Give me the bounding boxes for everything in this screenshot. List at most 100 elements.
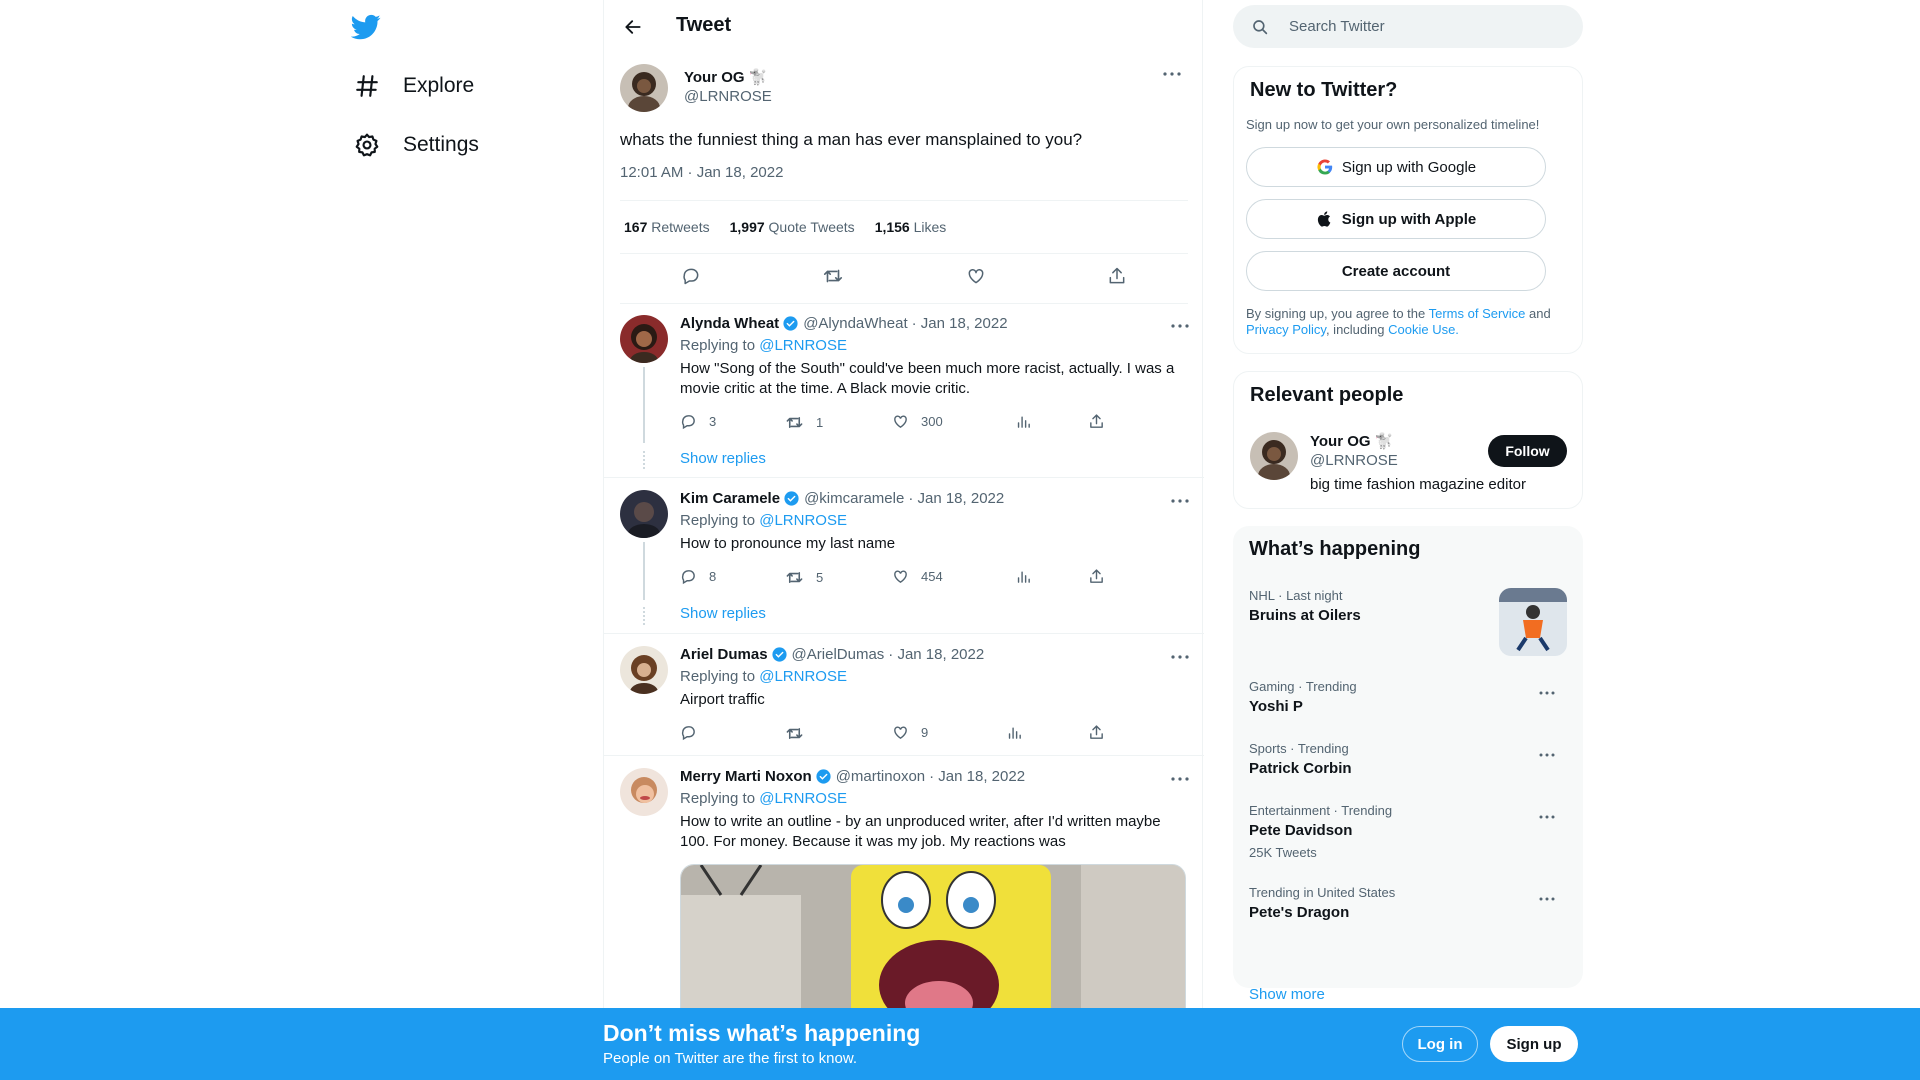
privacy-link[interactable]: Privacy Policy bbox=[1246, 322, 1326, 337]
replying-to-link[interactable]: @LRNROSE bbox=[759, 790, 847, 807]
reply-media-image[interactable] bbox=[680, 864, 1186, 1024]
retweet-button[interactable]: 5 bbox=[785, 568, 823, 587]
share-icon[interactable] bbox=[1107, 266, 1127, 291]
more-options-icon[interactable] bbox=[1168, 316, 1192, 336]
share-icon[interactable] bbox=[1088, 724, 1105, 741]
like-icon[interactable] bbox=[966, 266, 986, 291]
show-replies-link[interactable]: Show replies bbox=[680, 605, 766, 622]
share-icon[interactable] bbox=[1088, 568, 1105, 585]
more-options-icon[interactable] bbox=[1535, 807, 1559, 827]
reply-author-handle[interactable]: @martinoxon bbox=[836, 768, 925, 785]
like-button[interactable]: 9 bbox=[892, 724, 928, 741]
apple-signup-button[interactable]: Sign up with Apple bbox=[1246, 199, 1546, 239]
retweets-stat[interactable]: 167 Retweets bbox=[624, 219, 710, 235]
more-options-icon[interactable] bbox=[1535, 889, 1559, 909]
reply-button[interactable]: 8 bbox=[680, 568, 716, 585]
twitter-logo-icon[interactable] bbox=[350, 12, 383, 44]
main-column: Tweet Your OG 🐩 @LRNROSE whats the funni… bbox=[603, 0, 1204, 1080]
more-options-icon[interactable] bbox=[1535, 745, 1559, 765]
likes-stat[interactable]: 1,156 Likes bbox=[875, 219, 947, 235]
like-button[interactable]: 454 bbox=[892, 568, 943, 585]
quote-tweets-stat[interactable]: 1,997 Quote Tweets bbox=[730, 219, 855, 235]
retweet-button[interactable]: 1 bbox=[785, 413, 823, 432]
analytics-icon[interactable] bbox=[1006, 724, 1023, 741]
trend-item[interactable]: Entertainment · Trending Pete Davidson 2… bbox=[1249, 803, 1567, 865]
replying-to-link[interactable]: @LRNROSE bbox=[759, 337, 847, 354]
reply-author-handle[interactable]: @kimcaramele bbox=[804, 490, 904, 507]
reply-author-name[interactable]: Merry Marti Noxon bbox=[680, 768, 812, 785]
new-to-twitter-title: New to Twitter? bbox=[1250, 79, 1398, 101]
thread-line bbox=[643, 367, 645, 443]
terms-link[interactable]: Terms of Service bbox=[1429, 306, 1526, 321]
nav-settings[interactable]: Settings bbox=[351, 125, 479, 165]
reply-text: How "Song of the South" could've been mu… bbox=[680, 360, 1175, 397]
relevant-name[interactable]: Your OG 🐩 bbox=[1310, 432, 1393, 450]
reply-author-handle[interactable]: @AlyndaWheat bbox=[803, 315, 907, 332]
nav-explore[interactable]: Explore bbox=[351, 66, 474, 106]
reply-date[interactable]: · Jan 18, 2022 bbox=[929, 768, 1025, 785]
search-icon bbox=[1253, 19, 1268, 34]
reply-icon[interactable] bbox=[681, 266, 701, 291]
login-banner: Don’t miss what’s happening People on Tw… bbox=[0, 1008, 1920, 1080]
login-button[interactable]: Log in bbox=[1402, 1026, 1478, 1062]
back-arrow-icon[interactable] bbox=[618, 12, 648, 42]
reply-button[interactable]: 3 bbox=[680, 413, 716, 430]
reply-avatar[interactable] bbox=[620, 315, 668, 363]
reply-tweet[interactable]: Kim Caramele @kimcaramele · Jan 18, 2022… bbox=[604, 478, 1204, 634]
author-handle[interactable]: @LRNROSE bbox=[684, 88, 772, 105]
cookie-link[interactable]: Cookie Use. bbox=[1388, 322, 1459, 337]
reply-date[interactable]: · Jan 18, 2022 bbox=[912, 315, 1008, 332]
reply-avatar[interactable] bbox=[620, 490, 668, 538]
signup-button[interactable]: Sign up bbox=[1490, 1026, 1578, 1062]
show-replies-link[interactable]: Show replies bbox=[680, 450, 766, 467]
reply-author-name[interactable]: Ariel Dumas bbox=[680, 646, 768, 663]
search-input[interactable]: Search Twitter bbox=[1233, 5, 1583, 48]
retweet-icon[interactable] bbox=[822, 265, 844, 292]
trend-item[interactable]: Sports · Trending Patrick Corbin bbox=[1249, 741, 1567, 785]
replying-to-link[interactable]: @LRNROSE bbox=[759, 512, 847, 529]
retweet-button[interactable] bbox=[785, 724, 816, 743]
relevant-avatar[interactable] bbox=[1250, 432, 1298, 480]
reply-avatar[interactable] bbox=[620, 646, 668, 694]
relevant-bio: big time fashion magazine editor bbox=[1310, 476, 1526, 493]
google-signup-button[interactable]: Sign up with Google bbox=[1246, 147, 1546, 187]
tweet-timestamp[interactable]: 12:01 AM · Jan 18, 2022 bbox=[620, 164, 783, 181]
author-name[interactable]: Your OG 🐩 bbox=[684, 68, 767, 86]
reply-avatar[interactable] bbox=[620, 768, 668, 816]
trend-meta: Gaming · Trending bbox=[1249, 679, 1357, 694]
tweet-text: whats the funniest thing a man has ever … bbox=[620, 130, 1083, 149]
replying-to: Replying to @LRNROSE bbox=[680, 337, 847, 354]
show-more-link[interactable]: Show more bbox=[1249, 986, 1325, 1003]
like-button[interactable]: 300 bbox=[892, 413, 943, 430]
reply-date[interactable]: · Jan 18, 2022 bbox=[908, 490, 1004, 507]
like-icon bbox=[894, 726, 907, 740]
reply-author-name[interactable]: Alynda Wheat bbox=[680, 315, 779, 332]
thread-dots bbox=[643, 607, 645, 625]
more-options-icon[interactable] bbox=[1535, 683, 1559, 703]
reply-date[interactable]: · Jan 18, 2022 bbox=[888, 646, 984, 663]
author-avatar[interactable] bbox=[620, 64, 668, 112]
trend-item[interactable]: Trending in United States Pete's Dragon bbox=[1249, 885, 1567, 929]
nav-settings-label: Settings bbox=[403, 133, 479, 156]
replying-to-link[interactable]: @LRNROSE bbox=[759, 668, 847, 685]
analytics-icon[interactable] bbox=[1015, 413, 1032, 430]
more-options-icon[interactable] bbox=[1168, 647, 1192, 667]
analytics-icon[interactable] bbox=[1015, 568, 1032, 585]
banner-title: Don’t miss what’s happening bbox=[603, 1020, 921, 1046]
more-options-icon[interactable] bbox=[1168, 491, 1192, 511]
reply-button[interactable] bbox=[680, 724, 709, 741]
reply-author-name[interactable]: Kim Caramele bbox=[680, 490, 780, 507]
follow-button[interactable]: Follow bbox=[1488, 435, 1567, 467]
reply-tweet[interactable]: Alynda Wheat @AlyndaWheat · Jan 18, 2022… bbox=[604, 303, 1204, 478]
reply-tweet[interactable]: Ariel Dumas @ArielDumas · Jan 18, 2022 R… bbox=[604, 634, 1204, 756]
create-account-button[interactable]: Create account bbox=[1246, 251, 1546, 291]
trend-item[interactable]: NHL · Last night Bruins at Oilers bbox=[1249, 588, 1567, 664]
trend-meta: Trending in United States bbox=[1249, 885, 1396, 900]
relevant-handle[interactable]: @LRNROSE bbox=[1310, 452, 1398, 469]
more-options-icon[interactable] bbox=[1160, 64, 1184, 84]
share-icon[interactable] bbox=[1088, 413, 1105, 430]
trend-item[interactable]: Gaming · Trending Yoshi P bbox=[1249, 679, 1567, 723]
new-to-twitter-card: New to Twitter? Sign up now to get your … bbox=[1233, 66, 1583, 354]
more-options-icon[interactable] bbox=[1168, 769, 1192, 789]
reply-author-handle[interactable]: @ArielDumas bbox=[792, 646, 885, 663]
